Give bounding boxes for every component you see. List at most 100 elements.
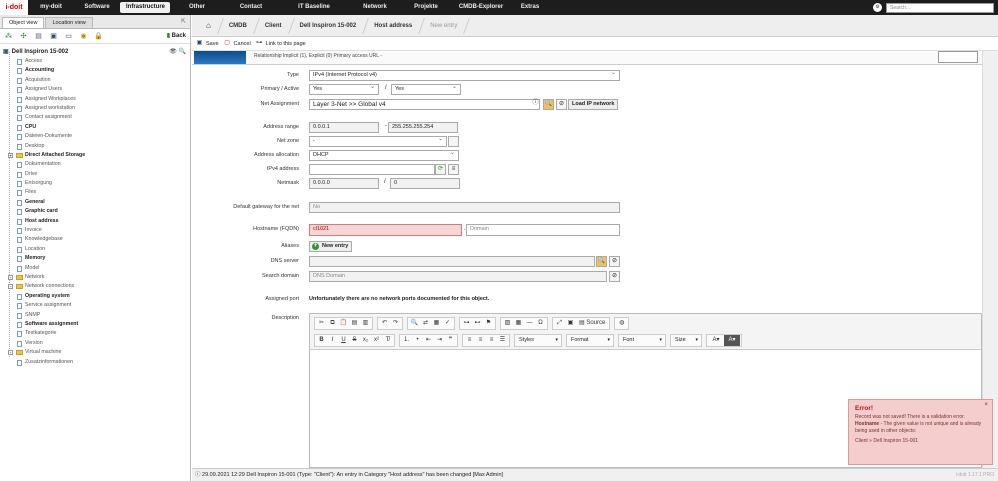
tree-item[interactable]: + Virtual machine — [3, 348, 190, 357]
expand-plus-icon[interactable]: + — [8, 152, 13, 158]
superscript-icon[interactable]: x² — [371, 335, 382, 346]
primary-select[interactable]: Yes — [309, 84, 379, 95]
save-button[interactable]: ▣ Save — [196, 40, 219, 47]
refresh-ip-icon[interactable]: ⟳ — [435, 164, 446, 175]
load-ip-network-button[interactable]: Load IP network — [568, 99, 619, 110]
net-zone-edit-icon[interactable] — [448, 136, 459, 147]
nav-network[interactable]: Network — [350, 0, 400, 15]
tree-item[interactable]: Dateien-Dokumente — [3, 132, 190, 141]
expand-plus-icon[interactable]: + — [8, 274, 13, 280]
nav-my-doit[interactable]: my-doit — [28, 0, 74, 15]
close-icon[interactable]: × — [984, 402, 988, 408]
indent-icon[interactable]: ⇥ — [434, 335, 445, 346]
tree-item[interactable]: Assigned workstation — [3, 104, 190, 113]
find-icon[interactable]: 🔍 — [409, 318, 420, 329]
show-blocks-icon[interactable]: ▣ — [565, 318, 576, 329]
font-dropdown[interactable]: Font — [618, 334, 666, 347]
cut-icon[interactable]: ✂ — [316, 318, 327, 329]
tree-item[interactable]: Knowledgebase — [3, 235, 190, 244]
bulleted-list-icon[interactable]: • — [412, 335, 423, 346]
tree-expand-icon[interactable]: ✣ — [19, 32, 28, 41]
tree-item[interactable]: Acquisition — [3, 76, 190, 85]
tree-item[interactable]: CPU — [3, 123, 190, 132]
tree-item[interactable]: Contact assignment — [3, 113, 190, 122]
type-select[interactable]: IPv4 (Internet Protocol v4) — [309, 70, 620, 81]
expand-plus-icon[interactable]: + — [8, 284, 13, 290]
nav-it-baseline-protection[interactable]: IT Baseline Protection — [278, 0, 350, 25]
tree-item[interactable]: Invoice — [3, 226, 190, 235]
format-dropdown[interactable]: Format — [566, 334, 614, 347]
tree-item[interactable]: Zusatzinformationen — [3, 358, 190, 367]
tree-item[interactable]: Version — [3, 339, 190, 348]
info-icon[interactable]: ⓘ — [530, 99, 541, 110]
tree-item[interactable]: Operating system — [3, 292, 190, 301]
numbered-list-icon[interactable]: ⒈ — [401, 335, 412, 346]
breadcrumb-client[interactable]: Client — [259, 15, 292, 37]
remove-format-icon[interactable]: T̸ — [382, 335, 393, 346]
tree-collapse-icon[interactable]: ⁂ — [4, 32, 13, 41]
breadcrumb-category[interactable]: Host address — [368, 15, 422, 37]
tree-root[interactable]: ▣ Dell Inspiron 15-002 — [3, 48, 190, 57]
breadcrumb-object[interactable]: Dell Inspiron 15-002 — [294, 15, 367, 37]
nav-infrastructure[interactable]: Infrastructure — [120, 2, 170, 13]
breadcrumb-cmdb[interactable]: CMDB — [223, 15, 257, 37]
tree-item[interactable]: Testkategorie — [3, 329, 190, 338]
search-domain-field[interactable]: DNS Domain — [309, 271, 607, 282]
nav-cmdb-explorer[interactable]: CMDB-Explorer — [452, 0, 510, 15]
ip-list-icon[interactable]: ≡ — [448, 164, 459, 175]
nav-software[interactable]: Software — [74, 0, 120, 15]
tree-item[interactable]: General — [3, 198, 190, 207]
tree-item[interactable]: Desktop — [3, 142, 190, 151]
tree-item[interactable]: SNMP — [3, 311, 190, 320]
tree-item[interactable]: Accounting — [3, 66, 190, 75]
link-button[interactable]: ⊶ Link to this page — [256, 40, 306, 47]
tree-item[interactable]: Software assignment — [3, 320, 190, 329]
monitor-icon[interactable]: ▭ — [64, 32, 73, 41]
outdent-icon[interactable]: ⇤ — [423, 335, 434, 346]
tree-item[interactable]: Memory — [3, 254, 190, 263]
active-select[interactable]: Yes — [391, 84, 461, 95]
nav-other[interactable]: Other — [170, 0, 224, 15]
table-icon[interactable]: ▦ — [513, 318, 524, 329]
search-net-icon[interactable]: 🔍 — [543, 99, 554, 110]
tree-item[interactable]: Host address — [3, 217, 190, 226]
list-icon[interactable]: ▤ — [34, 32, 43, 41]
lock-icon[interactable]: 🔒 — [94, 32, 103, 41]
size-dropdown[interactable]: Size — [670, 334, 702, 347]
horizontal-line-icon[interactable]: ― — [524, 318, 535, 329]
home-icon[interactable]: ⌂ — [200, 15, 221, 37]
subscript-icon[interactable]: x₂ — [360, 335, 371, 346]
spellcheck-icon[interactable]: ✓ — [442, 318, 453, 329]
replace-icon[interactable]: ⇄ — [420, 318, 431, 329]
domain-input[interactable]: Domain — [466, 224, 620, 236]
back-button[interactable]: ▮ Back — [167, 32, 186, 39]
tree-item[interactable]: Entsorgung — [3, 179, 190, 188]
copy-icon[interactable]: ⧉ — [327, 318, 338, 329]
net-assignment-field[interactable]: Layer 3-Net >> Global v4 — [309, 99, 540, 110]
tree-item[interactable]: Graphic card — [3, 207, 190, 216]
special-char-icon[interactable]: Ω — [535, 318, 546, 329]
source-button[interactable]: ▤ Source — [576, 318, 608, 329]
link-insert-icon[interactable]: ⊶ — [461, 318, 472, 329]
paste-icon[interactable]: 📋 — [338, 318, 349, 329]
idoit-logo[interactable]: i-doit — [0, 0, 28, 15]
strike-icon[interactable]: S — [349, 335, 360, 346]
tree-item[interactable]: Assigned Users — [3, 85, 190, 94]
search-input[interactable]: Search... — [886, 2, 994, 13]
about-icon[interactable]: ◍ — [616, 318, 627, 329]
nav-contact[interactable]: Contact — [224, 0, 278, 15]
underline-icon[interactable]: U — [338, 335, 349, 346]
maximize-icon[interactable]: ⤢ — [554, 318, 565, 329]
search-domain-detach-icon[interactable]: ⊘ — [609, 271, 620, 282]
align-center-icon[interactable]: ≡ — [475, 335, 486, 346]
tree-item[interactable]: Service assignment — [3, 301, 190, 310]
align-right-icon[interactable]: ≡ — [486, 335, 497, 346]
italic-icon[interactable]: I — [327, 335, 338, 346]
tree-item[interactable]: + Direct Attached Storage — [3, 151, 190, 160]
net-zone-select[interactable]: - — [309, 136, 447, 147]
tab-location-view[interactable]: Location view — [45, 17, 93, 28]
tree-item[interactable]: + Network — [3, 273, 190, 282]
styles-dropdown[interactable]: Styles — [514, 334, 562, 347]
header-button[interactable] — [938, 51, 978, 63]
print-icon[interactable]: ▣ — [49, 32, 58, 41]
